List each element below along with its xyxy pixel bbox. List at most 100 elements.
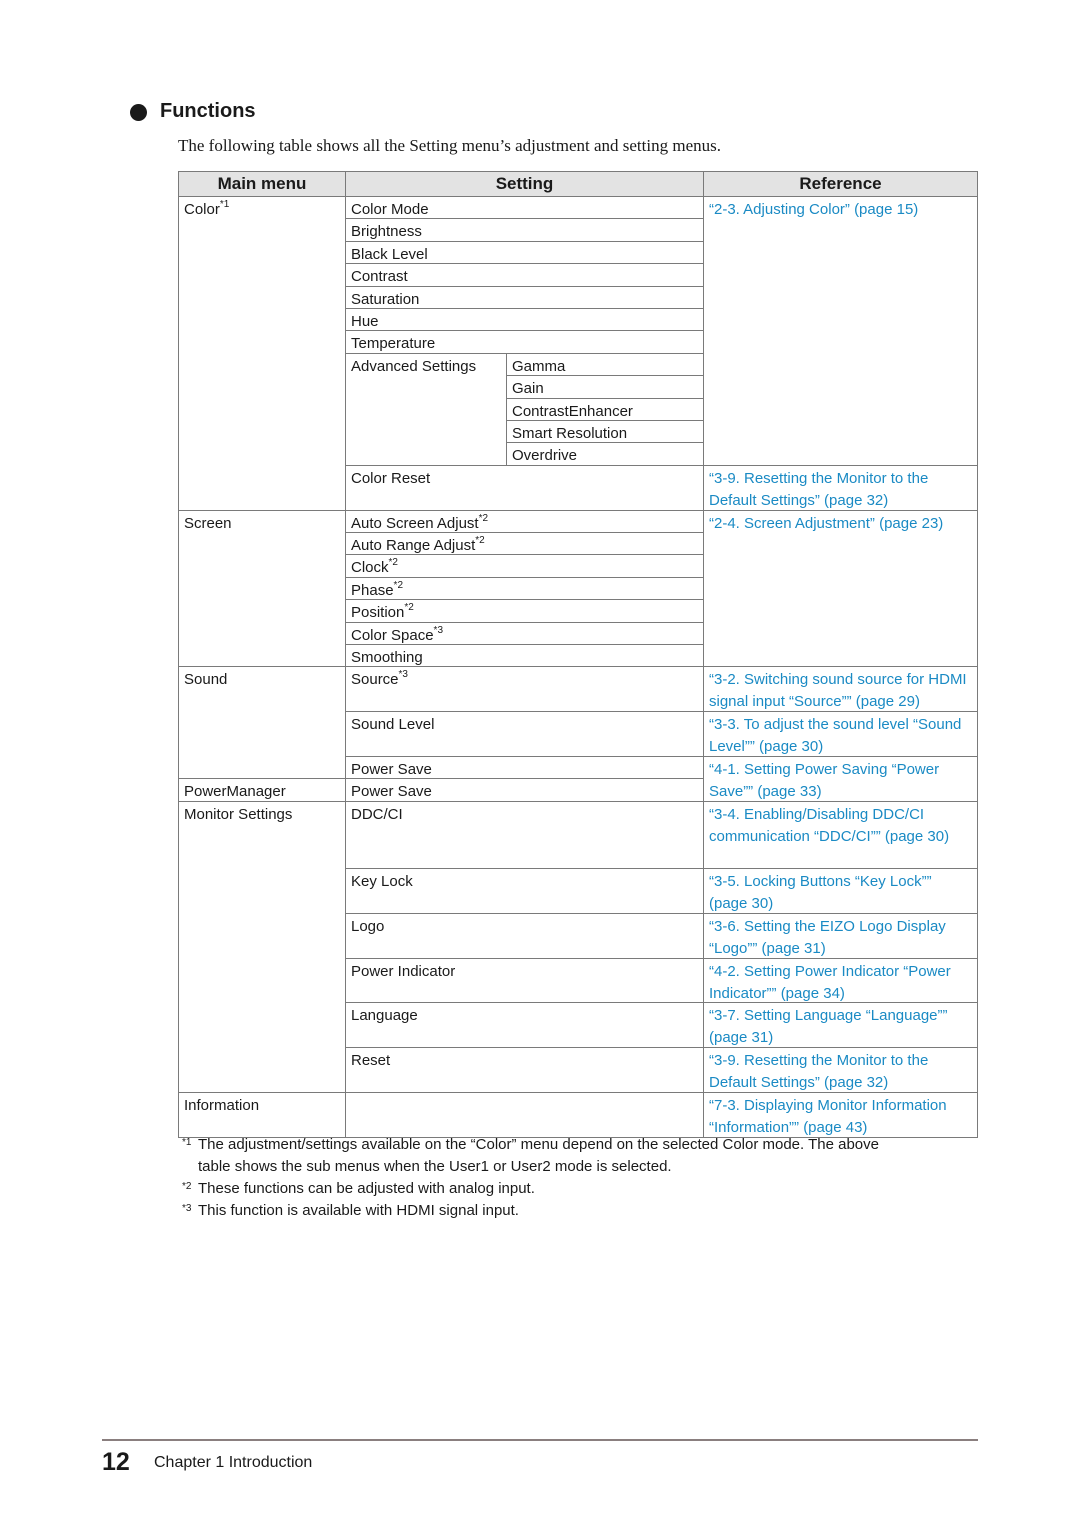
intro-text: The following table shows all the Settin… (178, 136, 721, 155)
cell-text: Smart Resolution (512, 425, 628, 442)
main-menu-cell: Monitor Settings (178, 800, 346, 1093)
cell-text: Color Mode (351, 201, 429, 218)
setting-cell: Reset (345, 1047, 704, 1093)
setting-cell: Auto Screen Adjust*2 (345, 509, 704, 533)
cell-text: Main menu (217, 174, 307, 193)
cell-text: “4-1. Setting Power Saving “Power Save””… (709, 761, 940, 800)
cell-text: “3-7. Setting Language “Language”” (page… (709, 1007, 948, 1047)
cell-text: Logo (351, 917, 385, 935)
cell-text: Auto Range Adjust (351, 537, 476, 554)
setting-cell: Sound Level (345, 711, 704, 757)
cell-text: Source (351, 671, 399, 689)
cell-text: Sound Level (351, 716, 435, 734)
main-menu-cell: Screen (178, 509, 346, 668)
main-menu-cell: Sound (178, 666, 346, 780)
footnote-ref: *2 (475, 535, 485, 546)
setting-cell: Advanced Settings (345, 352, 507, 466)
cell-text: Language (351, 1007, 418, 1025)
bullet-icon (130, 104, 147, 121)
main-menu-cell: Information (178, 1092, 346, 1138)
main-menu-cell: Color*1 (178, 196, 346, 511)
cell-text: Information (184, 1097, 260, 1114)
reference-link[interactable]: “2-4. Screen Adjustment” (page 23) (703, 509, 978, 668)
reference-link[interactable]: “3-3. To adjust the sound level “Sound L… (703, 711, 978, 757)
cell-text: “3-2. Switching sound source for HDMI si… (709, 671, 967, 711)
cell-text: Sound (184, 671, 228, 689)
cell-text: Power Save (351, 761, 432, 778)
footnote-ref: *2 (393, 579, 403, 591)
footnote: *1 The adjustment/settings available on t… (182, 1136, 879, 1153)
setting-cell: Position*2 (345, 599, 704, 623)
reference-link[interactable]: “3-9. Resetting the Monitor to the Defau… (703, 1047, 978, 1093)
reference-link[interactable]: “3-9. Resetting the Monitor to the Defau… (703, 464, 978, 511)
reference-link[interactable]: “3-5. Locking Buttons “Key Lock”” (page … (703, 868, 978, 914)
setting-cell: DDC/CI (345, 800, 704, 869)
advanced-setting-cell: Overdrive (506, 442, 704, 466)
cell-text: Clock (351, 559, 389, 577)
setting-cell: Logo (345, 912, 704, 959)
cell-text: Contrast (351, 268, 408, 286)
reference-link[interactable]: “4-2. Setting Power Indicator “Power Ind… (703, 957, 978, 1004)
cell-text: “2-3. Adjusting Color” (page 15) (709, 201, 919, 218)
setting-cell: Hue (345, 308, 704, 332)
setting-cell: Power Save (345, 778, 704, 802)
footnote-ref: *2 (404, 602, 414, 614)
advanced-setting-cell: Gain (506, 375, 704, 399)
cell-text: DDC/CI (351, 805, 403, 823)
setting-cell: Phase*2 (345, 576, 704, 601)
setting-cell: Color Mode (345, 196, 704, 220)
cell-text: Gain (512, 380, 544, 398)
advanced-setting-cell: Smart Resolution (506, 420, 704, 444)
footnote-ref: *2 (478, 512, 489, 524)
cell-text: Color Reset (351, 469, 431, 487)
cell-text: “3-6. Setting the EIZO Logo Display “Log… (709, 917, 946, 957)
cell-text: Monitor Settings (184, 805, 293, 823)
cell-text: Setting (495, 174, 554, 193)
footnote-text: These functions can be adjusted with ana… (198, 1180, 535, 1197)
setting-cell: Contrast (345, 263, 704, 287)
setting-cell: Smoothing (345, 644, 704, 668)
cell-text: Color Space (351, 626, 434, 644)
setting-cell: Power Indicator (345, 957, 704, 1004)
reference-link[interactable]: “4-1. Setting Power Saving “Power Save””… (703, 756, 978, 802)
cell-text: “3-4. Enabling/Disabling DDC/CI communic… (709, 805, 950, 845)
cell-text: “3-9. Resetting the Monitor to the Defau… (709, 1052, 929, 1092)
reference-link[interactable]: “2-3. Adjusting Color” (page 15) (703, 196, 978, 466)
setting-cell: Color Space*3 (345, 621, 704, 645)
reference-link[interactable]: “3-6. Setting the EIZO Logo Display “Log… (703, 912, 978, 959)
cell-text: Position (351, 604, 405, 622)
footnote-ref: *3 (433, 624, 443, 636)
footnote-text: The adjustment/settings available on the… (198, 1136, 879, 1153)
setting-cell: Language (345, 1002, 704, 1049)
cell-text: Key Lock (351, 873, 413, 890)
reference-link[interactable]: “3-2. Switching sound source for HDMI si… (703, 666, 978, 713)
reference-link[interactable]: “7-3. Displaying Monitor Information “In… (703, 1092, 978, 1138)
cell-text: “3-3. To adjust the sound level “Sound L… (709, 716, 962, 756)
cell-text: ContrastEnhancer (512, 402, 633, 420)
cell-text: Temperature (351, 335, 436, 353)
reference-header: Reference (703, 171, 978, 197)
main-menu-cell: PowerManager (178, 778, 346, 802)
setting-cell: Saturation (345, 285, 704, 309)
cell-text: Overdrive (512, 447, 578, 465)
footnote-ref: *3 (398, 669, 408, 681)
reference-link[interactable]: “3-4. Enabling/Disabling DDC/CI communic… (703, 800, 978, 869)
reference-link[interactable]: “3-7. Setting Language “Language”” (page… (703, 1002, 978, 1049)
setting-cell: Color Reset (345, 464, 704, 511)
cell-text: “7-3. Displaying Monitor Information “In… (709, 1097, 947, 1136)
footnotes: *1 The adjustment/settings available on t… (182, 1134, 972, 1222)
footnote-text: This function is available with HDMI sig… (198, 1202, 519, 1219)
setting-cell: Key Lock (345, 868, 704, 914)
cell-text: Auto Screen Adjust (351, 514, 479, 532)
cell-text: “3-9. Resetting the Monitor to the Defau… (709, 469, 929, 509)
setting-cell (345, 1092, 704, 1138)
cell-text: Gamma (512, 357, 566, 375)
setting-cell: Clock*2 (345, 554, 704, 578)
setting-header: Setting (345, 171, 704, 197)
setting-cell: Black Level (345, 240, 704, 265)
cell-text: Advanced Settings (351, 357, 477, 375)
setting-cell: Power Save (345, 756, 704, 780)
footnote: *3 This function is available with HDMI s… (182, 1202, 519, 1219)
cell-text: Color (184, 201, 220, 218)
setting-cell: Auto Range Adjust*2 (345, 532, 704, 556)
